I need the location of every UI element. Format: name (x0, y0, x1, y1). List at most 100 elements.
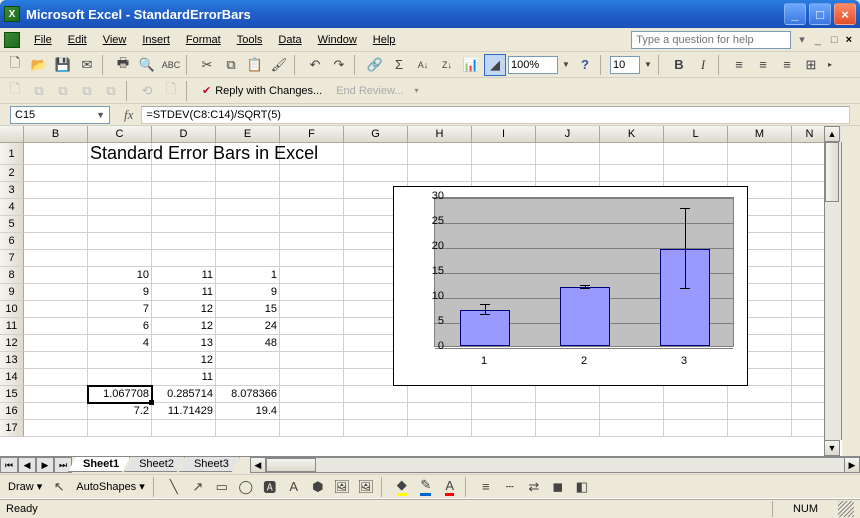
col-header-G[interactable]: G (344, 126, 408, 142)
row-header-1[interactable]: 1 (0, 143, 24, 165)
cell-F5[interactable] (280, 216, 344, 233)
row-header-4[interactable]: 4 (0, 199, 24, 216)
align-center-icon[interactable]: ≡ (752, 54, 774, 76)
row-header-9[interactable]: 9 (0, 284, 24, 301)
autoshapes-menu[interactable]: AutoShapes ▾ (72, 480, 149, 493)
rectangle-icon[interactable]: ▭ (211, 476, 233, 498)
drawing-toolbar-icon[interactable]: ◢ (484, 54, 506, 76)
name-box[interactable]: C15 ▼ (10, 106, 110, 124)
select-objects-icon[interactable]: ↖ (48, 476, 70, 498)
cell-N8[interactable] (792, 267, 828, 284)
copy-icon[interactable]: ⧉ (220, 54, 242, 76)
cell-J1[interactable] (536, 143, 600, 165)
fill-color-icon[interactable]: ◆ (391, 476, 413, 498)
cell-D16[interactable]: 11.71429 (152, 403, 216, 420)
cell-F12[interactable] (280, 335, 344, 352)
undo-icon[interactable]: ↶ (304, 54, 326, 76)
cell-D15[interactable]: 0.285714 (152, 386, 216, 403)
chart-bar-2[interactable] (560, 287, 610, 346)
cell-E15[interactable]: 8.078366 (216, 386, 280, 403)
cell-C10[interactable]: 7 (88, 301, 152, 318)
align-right-icon[interactable]: ≡ (776, 54, 798, 76)
toolbar-overflow-icon[interactable]: ▸ (824, 54, 836, 76)
sort-desc-icon[interactable]: Z↓ (436, 54, 458, 76)
fontsize-dropdown-icon[interactable]: ▼ (642, 54, 654, 76)
menu-tools[interactable]: Tools (229, 32, 271, 48)
cell-C5[interactable] (88, 216, 152, 233)
cell-N17[interactable] (792, 420, 828, 437)
cell-N10[interactable] (792, 301, 828, 318)
cell-E14[interactable] (216, 369, 280, 386)
font-size-input[interactable] (610, 56, 640, 74)
col-header-K[interactable]: K (600, 126, 664, 142)
row-header-16[interactable]: 16 (0, 403, 24, 420)
cell-E12[interactable]: 48 (216, 335, 280, 352)
cell-C17[interactable] (88, 420, 152, 437)
line-style-icon[interactable]: ≡ (475, 476, 497, 498)
oval-icon[interactable]: ◯ (235, 476, 257, 498)
cell-D6[interactable] (152, 233, 216, 250)
cell-C9[interactable]: 9 (88, 284, 152, 301)
draw-menu[interactable]: Draw ▾ (4, 480, 46, 493)
plot-area[interactable] (434, 197, 734, 347)
cell-B12[interactable] (24, 335, 88, 352)
cell-B9[interactable] (24, 284, 88, 301)
cell-C3[interactable] (88, 182, 152, 199)
cell-G1[interactable] (344, 143, 408, 165)
col-header-F[interactable]: F (280, 126, 344, 142)
resize-grip[interactable] (838, 501, 854, 517)
cell-E17[interactable] (216, 420, 280, 437)
zoom-input[interactable] (508, 56, 558, 74)
cell-N14[interactable] (792, 369, 828, 386)
maximize-button[interactable]: □ (809, 3, 831, 25)
cell-N11[interactable] (792, 318, 828, 335)
cell-N13[interactable] (792, 352, 828, 369)
merge-center-icon[interactable]: ⊞ (800, 54, 822, 76)
cell-B4[interactable] (24, 199, 88, 216)
row-header-8[interactable]: 8 (0, 267, 24, 284)
cell-E7[interactable] (216, 250, 280, 267)
zoom-dropdown-icon[interactable]: ▼ (560, 54, 572, 76)
cell-H16[interactable] (408, 403, 472, 420)
select-all-corner[interactable] (0, 126, 24, 142)
redo-icon[interactable]: ↷ (328, 54, 350, 76)
tab-first-icon[interactable]: ⏮ (0, 457, 18, 473)
col-header-C[interactable]: C (88, 126, 152, 142)
picture-icon[interactable]: 🖼 (355, 476, 377, 498)
align-left-icon[interactable]: ≡ (728, 54, 750, 76)
minimize-button[interactable]: _ (784, 3, 806, 25)
arrow-icon[interactable]: ↗ (187, 476, 209, 498)
cell-E16[interactable]: 19.4 (216, 403, 280, 420)
menu-help[interactable]: Help (365, 32, 404, 48)
cell-B15[interactable] (24, 386, 88, 403)
cell-C13[interactable] (88, 352, 152, 369)
cell-F3[interactable] (280, 182, 344, 199)
cell-H17[interactable] (408, 420, 472, 437)
sheet-tab-sheet2[interactable]: Sheet2 (124, 457, 185, 472)
cell-M1[interactable] (728, 143, 792, 165)
row-header-11[interactable]: 11 (0, 318, 24, 335)
cell-G17[interactable] (344, 420, 408, 437)
menu-edit[interactable]: Edit (60, 32, 95, 48)
cell-D4[interactable] (152, 199, 216, 216)
cell-F10[interactable] (280, 301, 344, 318)
cell-C1[interactable]: Standard Error Bars in Excel (88, 143, 152, 165)
cell-D9[interactable]: 11 (152, 284, 216, 301)
cell-J16[interactable] (536, 403, 600, 420)
cell-L17[interactable] (664, 420, 728, 437)
row-header-10[interactable]: 10 (0, 301, 24, 318)
cell-E2[interactable] (216, 165, 280, 182)
cell-M16[interactable] (728, 403, 792, 420)
vscroll-thumb[interactable] (825, 142, 839, 202)
chart-bar-1[interactable] (460, 310, 510, 346)
3d-icon[interactable]: ◧ (571, 476, 593, 498)
cell-H15[interactable] (408, 386, 472, 403)
arrow-style-icon[interactable]: ⇄ (523, 476, 545, 498)
scroll-up-icon[interactable]: ▲ (824, 126, 840, 142)
col-header-E[interactable]: E (216, 126, 280, 142)
cell-D3[interactable] (152, 182, 216, 199)
cell-B3[interactable] (24, 182, 88, 199)
cell-E9[interactable]: 9 (216, 284, 280, 301)
format-painter-icon[interactable]: 🖌 (268, 54, 290, 76)
italic-icon[interactable]: I (692, 54, 714, 76)
